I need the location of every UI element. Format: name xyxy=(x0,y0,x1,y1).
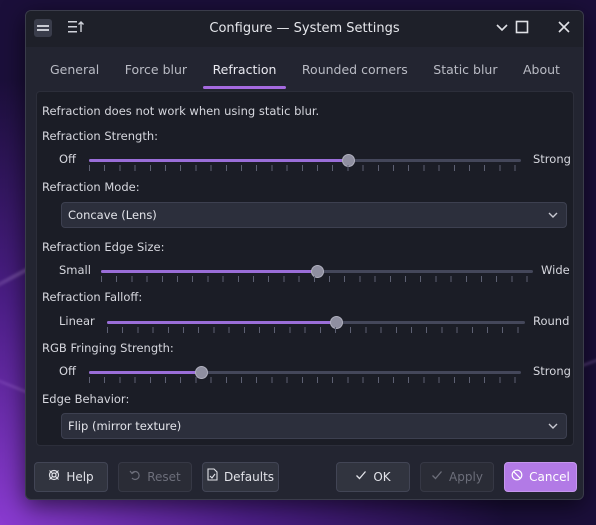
slider-max-label: Strong xyxy=(533,152,571,166)
titlebar: Configure — System Settings xyxy=(26,11,583,47)
ok-label: OK xyxy=(373,470,391,484)
slider-ticks xyxy=(107,327,525,333)
reset-label: Reset xyxy=(147,470,181,484)
falloff-slider[interactable] xyxy=(107,316,525,329)
tab-bar: General Force blur Refraction Rounded co… xyxy=(36,55,574,91)
static-blur-notice: Refraction does not work when using stat… xyxy=(42,104,320,118)
undo-icon xyxy=(129,463,141,491)
ok-button[interactable]: OK xyxy=(336,462,410,492)
dropdown-value: Concave (Lens) xyxy=(68,208,157,222)
slider-min-label: Off xyxy=(59,152,76,166)
slider-min-label: Small xyxy=(59,263,91,277)
tab-about[interactable]: About xyxy=(513,55,570,91)
slider-fill xyxy=(89,159,349,162)
tab-force-blur[interactable]: Force blur xyxy=(115,55,197,91)
edge-behavior-dropdown[interactable]: Flip (mirror texture) xyxy=(61,413,567,439)
slider-min-label: Off xyxy=(59,364,76,378)
slider-fill xyxy=(101,270,317,273)
help-button[interactable]: Help xyxy=(34,462,108,492)
configure-window: Configure — System Settings General Forc… xyxy=(25,10,584,500)
refraction-strength-slider-row: Off Strong xyxy=(59,151,571,171)
help-label: Help xyxy=(66,470,94,484)
tab-label: About xyxy=(523,62,560,77)
checkmark-icon xyxy=(355,463,367,491)
cancel-button[interactable]: Cancel xyxy=(504,462,577,492)
tab-refraction[interactable]: Refraction xyxy=(202,55,287,91)
tab-rounded-corners[interactable]: Rounded corners xyxy=(292,55,418,91)
rgb-fringing-slider-row: Off Strong xyxy=(59,363,571,383)
refraction-strength-label: Refraction Strength: xyxy=(42,129,158,143)
slider-max-label: Round xyxy=(533,314,570,328)
tab-general[interactable]: General xyxy=(40,55,109,91)
defaults-label: Defaults xyxy=(223,470,275,484)
tab-label: Static blur xyxy=(433,62,498,77)
help-icon xyxy=(48,463,60,491)
cancel-label: Cancel xyxy=(529,470,570,484)
falloff-slider-row: Linear Round xyxy=(59,313,569,333)
dropdown-value: Flip (mirror texture) xyxy=(68,419,182,433)
edge-size-slider-row: Small Wide xyxy=(59,262,570,282)
active-tab-indicator xyxy=(202,86,287,89)
chevron-down-icon xyxy=(548,203,558,236)
slider-ticks xyxy=(89,165,521,171)
rgb-fringing-label: RGB Fringing Strength: xyxy=(42,341,174,355)
apply-label: Apply xyxy=(449,470,483,484)
apply-button[interactable]: Apply xyxy=(420,462,494,492)
edge-size-label: Refraction Edge Size: xyxy=(42,240,165,254)
cancel-icon xyxy=(511,463,523,491)
close-icon[interactable] xyxy=(552,17,576,41)
edge-behavior-label: Edge Behavior: xyxy=(42,392,130,406)
checkmark-icon xyxy=(431,463,443,491)
slider-fill xyxy=(107,321,337,324)
maximize-icon[interactable] xyxy=(510,17,534,41)
slider-ticks xyxy=(89,377,521,383)
rgb-fringing-slider[interactable] xyxy=(89,366,521,379)
refraction-strength-slider[interactable] xyxy=(89,154,521,167)
tab-label: Rounded corners xyxy=(301,62,408,77)
reset-button[interactable]: Reset xyxy=(118,462,192,492)
slider-min-label: Linear xyxy=(59,314,95,328)
edge-size-slider[interactable] xyxy=(101,265,533,278)
slider-max-label: Strong xyxy=(533,364,571,378)
tab-static-blur[interactable]: Static blur xyxy=(423,55,507,91)
dialog-footer: Help Reset Defaults OK Apply Cancel xyxy=(26,456,583,499)
chevron-down-icon xyxy=(548,414,558,447)
refraction-mode-dropdown[interactable]: Concave (Lens) xyxy=(61,202,567,228)
slider-fill xyxy=(89,371,202,374)
slider-max-label: Wide xyxy=(541,263,570,277)
slider-ticks xyxy=(101,276,533,282)
tab-label: Force blur xyxy=(124,62,188,77)
refraction-mode-label: Refraction Mode: xyxy=(42,180,140,194)
tab-label: Refraction xyxy=(212,62,277,77)
document-icon xyxy=(207,463,218,491)
refraction-panel: Refraction does not work when using stat… xyxy=(36,91,574,446)
defaults-button[interactable]: Defaults xyxy=(202,462,279,492)
tab-label: General xyxy=(50,62,100,77)
falloff-label: Refraction Falloff: xyxy=(42,290,143,304)
